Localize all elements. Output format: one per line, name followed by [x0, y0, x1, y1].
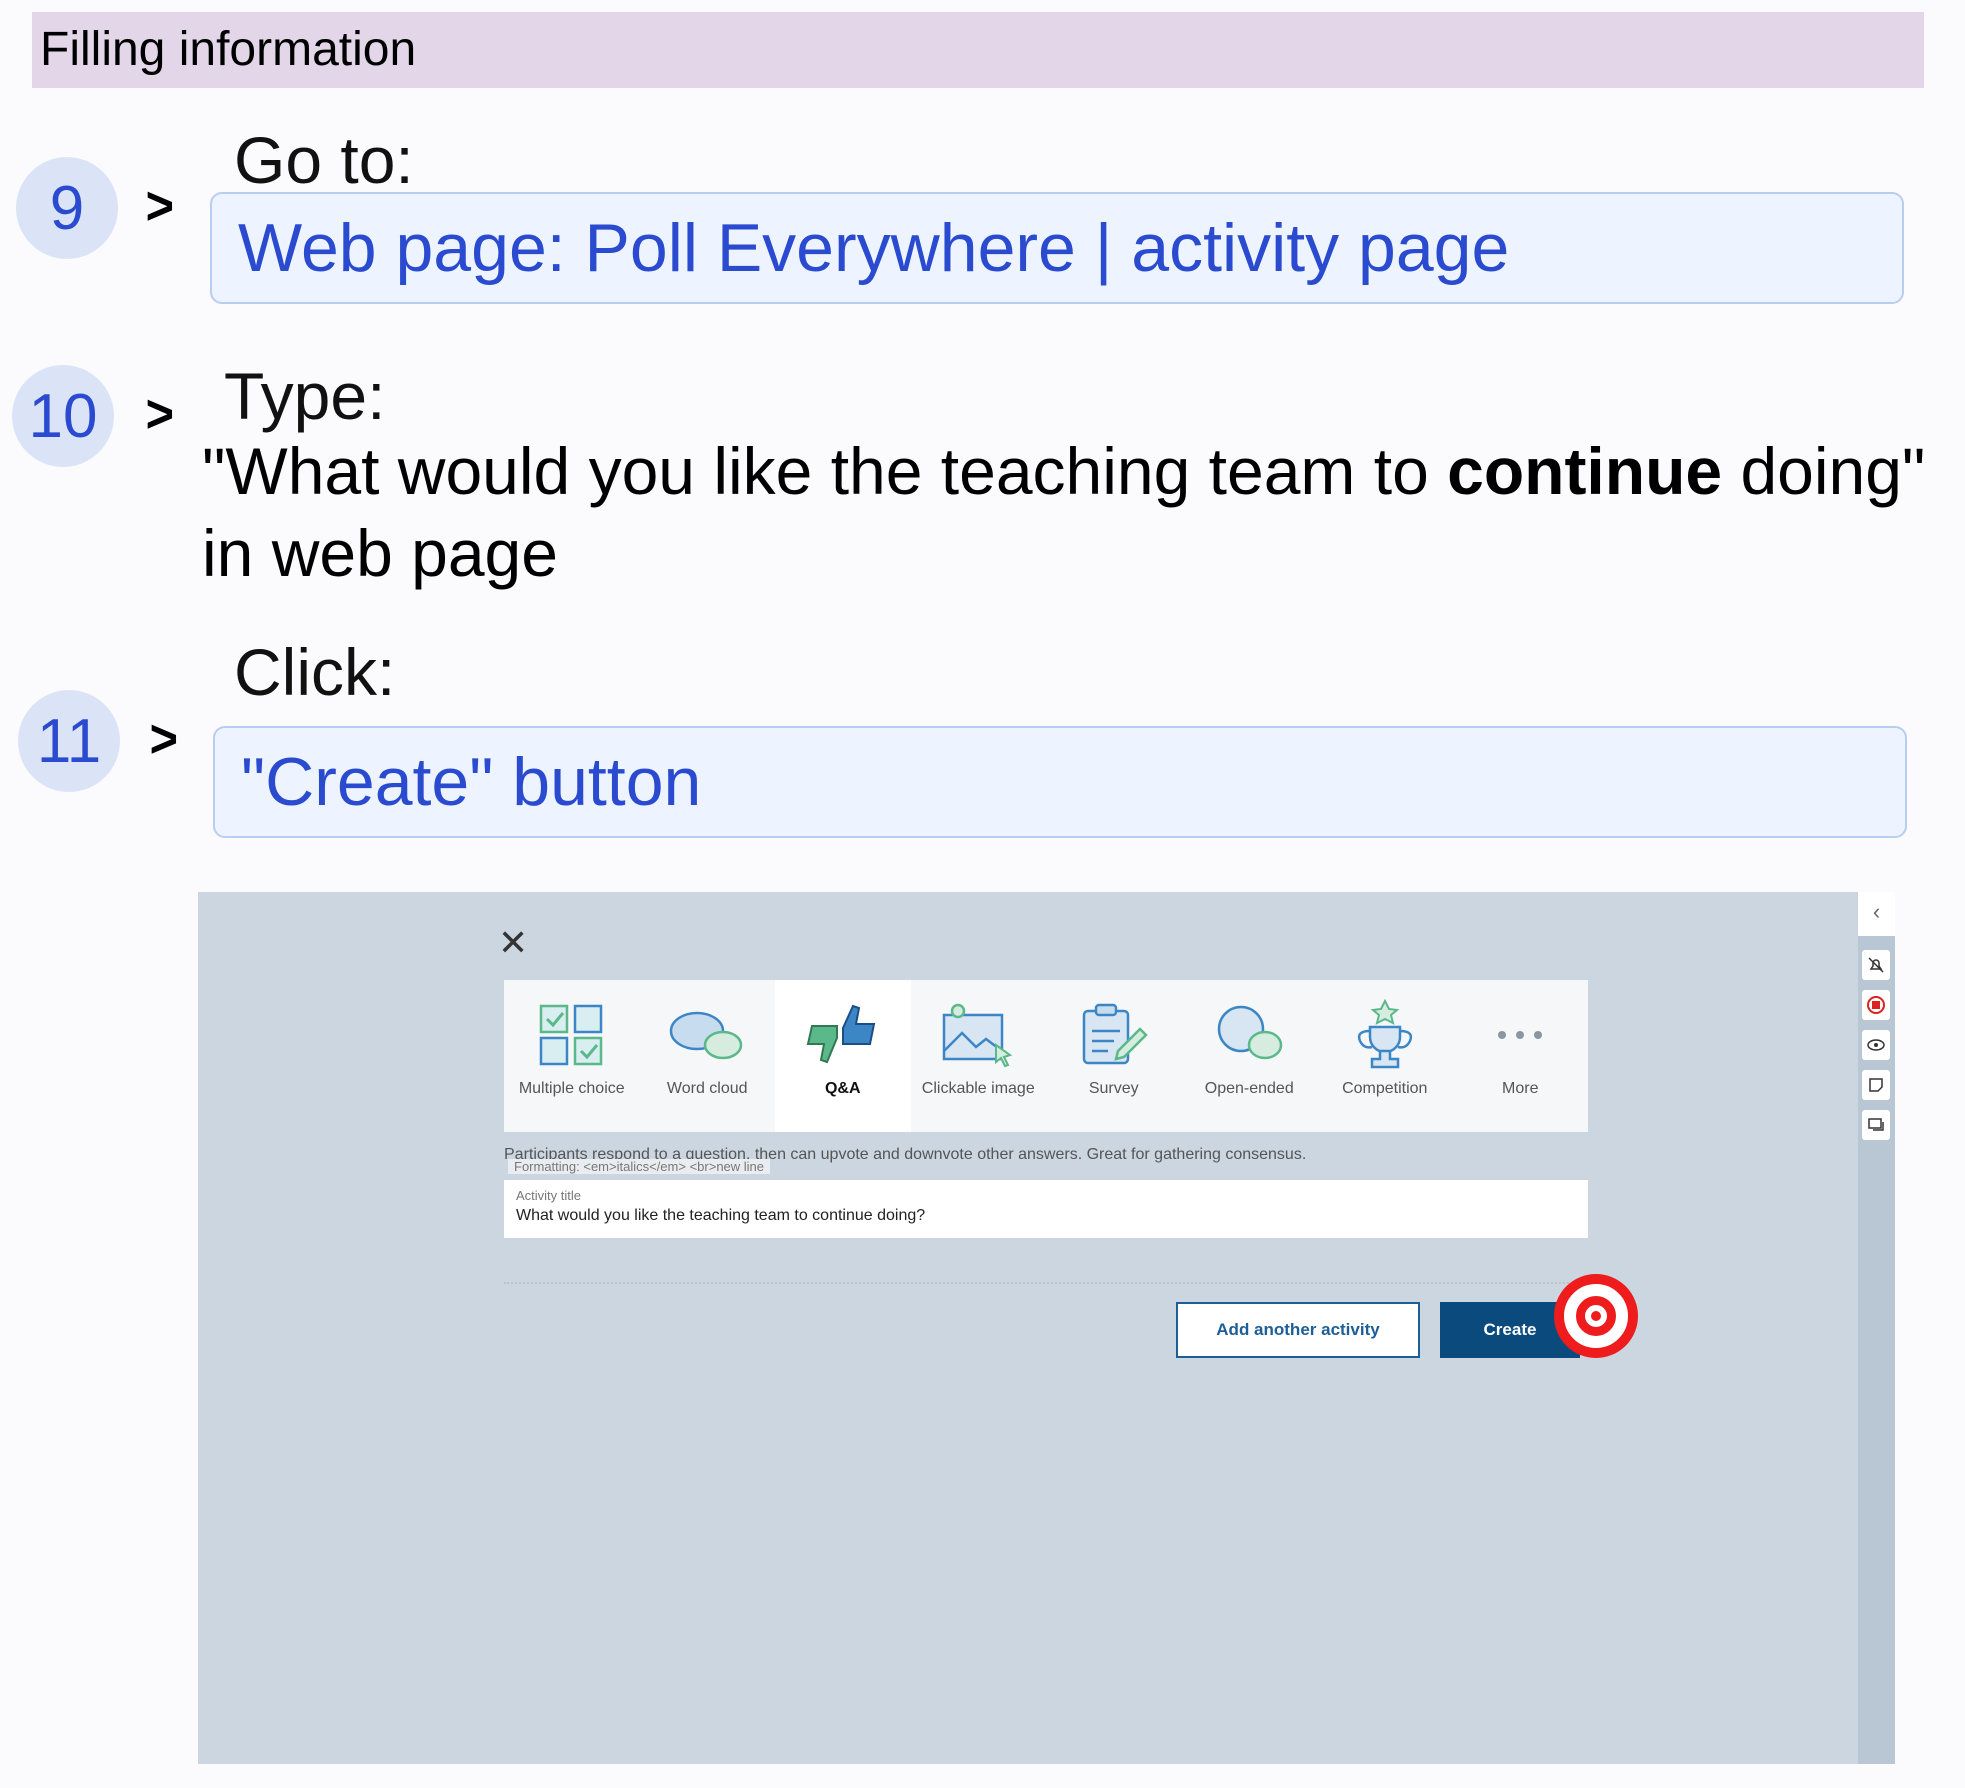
- step-target-text: Web page: Poll Everywhere | activity pag…: [238, 210, 1510, 286]
- activity-type-open-ended[interactable]: Open-ended: [1182, 980, 1318, 1132]
- activity-type-multiple-choice[interactable]: Multiple choice: [504, 980, 640, 1132]
- activity-type-survey[interactable]: Survey: [1046, 980, 1182, 1132]
- section-header: Filling information: [32, 12, 1924, 88]
- chevron-right-icon: >: [145, 176, 174, 236]
- activity-type-label: Clickable image: [921, 1080, 1035, 1097]
- chevron-right-icon: >: [145, 384, 174, 444]
- click-target-marker: [1554, 1274, 1638, 1358]
- survey-clipboard-icon: [1078, 998, 1150, 1072]
- activity-type-clickable-image[interactable]: Clickable image: [911, 980, 1047, 1132]
- step-action-label: Click:: [234, 635, 396, 709]
- bell-off-icon[interactable]: [1862, 950, 1890, 980]
- activity-type-picker: Multiple choice Word cloud Q&A Clickable…: [504, 980, 1588, 1132]
- step-number-9: 9: [16, 157, 118, 259]
- activity-type-label: Competition: [1342, 1080, 1428, 1097]
- add-another-activity-button[interactable]: Add another activity: [1176, 1302, 1420, 1358]
- activity-title-value: What would you like the teaching team to…: [516, 1207, 926, 1224]
- sticky-note-icon[interactable]: [1862, 1070, 1890, 1100]
- record-icon[interactable]: [1862, 990, 1890, 1020]
- formatting-hint: Formatting: <em>italics</em> <br>new lin…: [508, 1159, 771, 1174]
- activity-title-field[interactable]: Activity title What would you like the t…: [504, 1180, 1588, 1238]
- activity-type-more[interactable]: More: [1453, 980, 1589, 1132]
- bold-word: continue: [1447, 434, 1723, 508]
- step-target-box: Web page: Poll Everywhere | activity pag…: [210, 192, 1904, 304]
- more-dots-icon: [1490, 998, 1550, 1072]
- chat-icon[interactable]: [1862, 1110, 1890, 1140]
- typed-text: "What would you like the teaching team t…: [202, 434, 1926, 590]
- activity-title-label: Activity title: [516, 1188, 582, 1203]
- clickable-image-icon: [938, 998, 1018, 1072]
- step-number-11: 11: [18, 690, 120, 792]
- activity-type-label: More: [1502, 1080, 1539, 1097]
- step-number-10: 10: [12, 365, 114, 467]
- app-screenshot: ✕ Multiple choice Word cloud Q&A Clickab…: [198, 892, 1895, 1764]
- thumbs-up-down-icon: [803, 998, 883, 1072]
- activity-type-label: Word cloud: [666, 1080, 748, 1097]
- open-ended-bubble-icon: [1213, 998, 1285, 1072]
- close-icon[interactable]: ✕: [498, 922, 528, 964]
- word-cloud-icon: [667, 998, 747, 1072]
- step-action-label: Type:: [224, 359, 386, 433]
- multiple-choice-icon: [537, 998, 607, 1072]
- activity-type-label: Q&A: [824, 1080, 861, 1097]
- step-action-label: Go to:: [234, 123, 414, 197]
- step-target-box: "Create" button: [213, 726, 1907, 838]
- trophy-icon: [1350, 998, 1420, 1072]
- collapse-chevron-icon[interactable]: ‹: [1858, 892, 1895, 936]
- activity-type-label: Multiple choice: [518, 1080, 625, 1097]
- activity-type-label: Open-ended: [1204, 1080, 1294, 1097]
- activity-type-qa[interactable]: Q&A: [775, 980, 911, 1132]
- activity-type-competition[interactable]: Competition: [1317, 980, 1453, 1132]
- divider: [504, 1282, 1588, 1284]
- step-target-text: "Create" button: [241, 744, 702, 820]
- chevron-right-icon: >: [149, 709, 178, 769]
- eye-icon[interactable]: [1862, 1030, 1890, 1060]
- activity-type-label: Survey: [1088, 1080, 1139, 1097]
- activity-type-word-cloud[interactable]: Word cloud: [640, 980, 776, 1132]
- right-rail: [1858, 892, 1895, 1764]
